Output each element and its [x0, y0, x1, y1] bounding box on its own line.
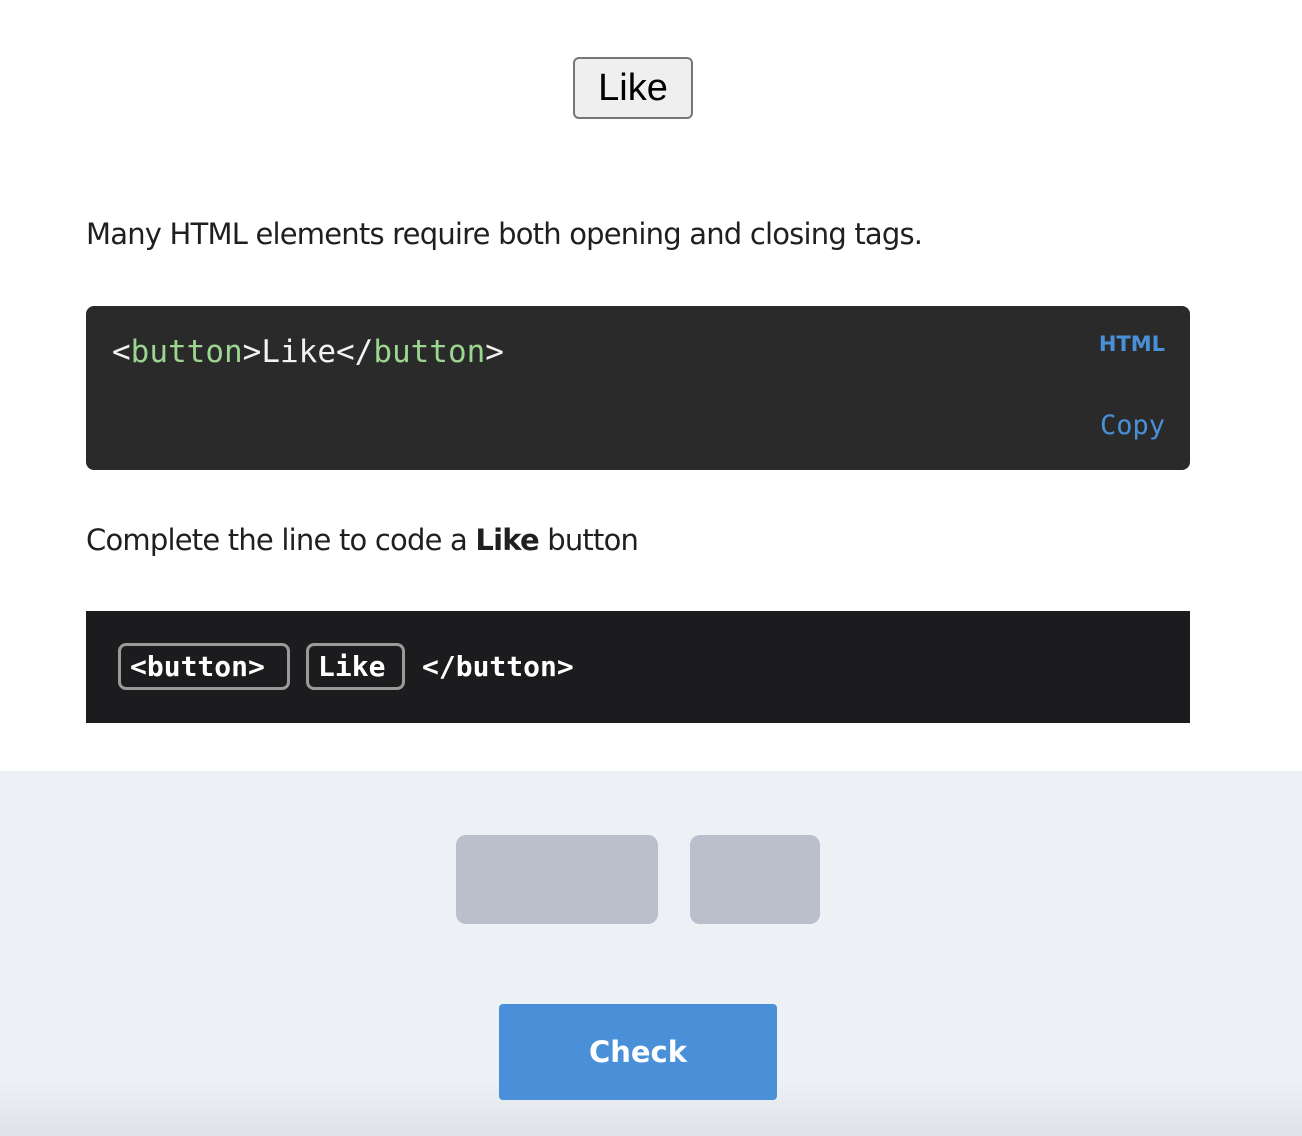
- answer-token-open-tag[interactable]: <button>: [118, 643, 290, 690]
- code-close-tag-name: button: [373, 334, 486, 370]
- check-button[interactable]: Check: [499, 1004, 777, 1100]
- task-bold-word: Like: [475, 523, 539, 557]
- like-preview-button[interactable]: Like: [573, 57, 693, 119]
- code-open-close-bracket: >: [242, 334, 262, 370]
- task-suffix: button: [538, 523, 639, 557]
- answer-token-like[interactable]: Like: [306, 643, 405, 690]
- code-line: <button>Like</button>: [112, 334, 504, 370]
- code-content: Like: [261, 334, 336, 370]
- code-open-bracket: <: [112, 334, 131, 370]
- task-prefix: Complete the line to code a: [86, 523, 476, 557]
- token-bank: Check: [0, 771, 1302, 1136]
- lesson-page: Like Many HTML elements require both ope…: [0, 0, 1302, 1136]
- code-close-open-bracket: </: [335, 334, 374, 370]
- code-language-label: HTML: [1098, 332, 1165, 356]
- empty-token-slot: [456, 835, 658, 924]
- empty-token-slot: [690, 835, 820, 924]
- copy-button[interactable]: Copy: [1100, 410, 1165, 441]
- code-example-block: <button>Like</button> HTML Copy: [86, 306, 1190, 470]
- task-instruction: Complete the line to code a Like button: [86, 520, 639, 560]
- intro-text: Many HTML elements require both opening …: [86, 217, 923, 251]
- code-open-tag-name: button: [130, 334, 243, 370]
- answer-line: <button> Like </button>: [86, 611, 1190, 723]
- answer-static-close-tag: </button>: [422, 650, 574, 683]
- code-close-close-bracket: >: [485, 334, 504, 370]
